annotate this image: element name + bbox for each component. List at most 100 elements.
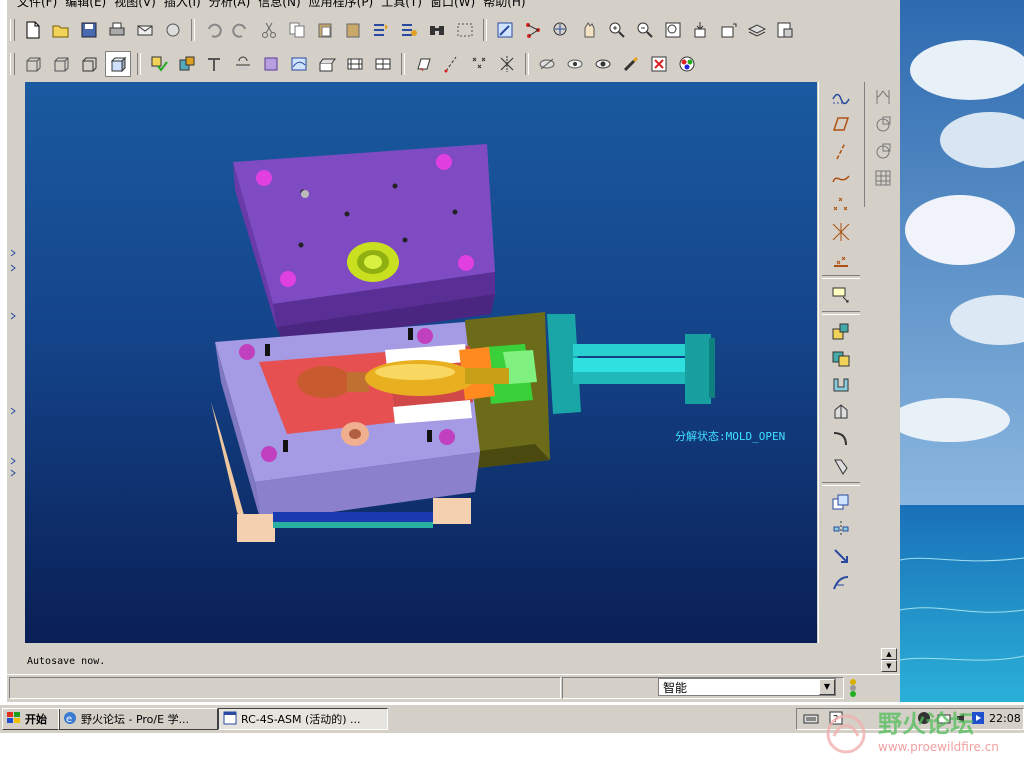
zoom-out-icon[interactable] — [633, 18, 657, 42]
keyboard-icon[interactable] — [803, 711, 819, 728]
menu-item[interactable]: 视图(V) — [114, 0, 156, 9]
copy-icon[interactable] — [285, 18, 309, 42]
view-manager-icon[interactable] — [773, 18, 797, 42]
parting-surface-icon[interactable] — [259, 52, 283, 76]
csys-icon[interactable] — [826, 220, 856, 244]
left-sash[interactable] — [10, 205, 16, 525]
saved-views-icon[interactable] — [717, 18, 741, 42]
traffic-light-icon[interactable] — [848, 678, 858, 698]
print-icon[interactable] — [105, 18, 129, 42]
datum-axis-icon[interactable] — [439, 52, 463, 76]
open-folder-icon[interactable] — [49, 18, 73, 42]
undo-icon[interactable] — [201, 18, 225, 42]
zoom-in-icon[interactable] — [605, 18, 629, 42]
paste-special-icon[interactable] — [341, 18, 365, 42]
table-icon[interactable] — [868, 166, 898, 190]
skirt-surface-icon[interactable] — [287, 52, 311, 76]
datum-plane-icon[interactable] — [411, 52, 435, 76]
hide-icon[interactable] — [535, 52, 559, 76]
start-button[interactable]: 开始 — [2, 708, 60, 730]
mold-component-icon[interactable] — [175, 52, 199, 76]
plane-icon[interactable] — [826, 112, 856, 136]
datum-point-icon[interactable] — [467, 52, 491, 76]
runner-icon[interactable] — [315, 52, 339, 76]
sketched-curve-icon[interactable] — [826, 166, 856, 190]
toolbar-grip[interactable] — [10, 19, 15, 41]
toolbar-grip[interactable] — [10, 53, 15, 75]
dimension-icon[interactable] — [371, 52, 395, 76]
relations-icon[interactable] — [521, 18, 545, 42]
help-icon[interactable]: ? — [829, 711, 843, 728]
layers-icon[interactable] — [745, 18, 769, 42]
network-icon[interactable] — [937, 711, 951, 728]
volume-icon[interactable] — [955, 711, 969, 728]
scroll-down-button[interactable]: ▼ — [881, 660, 897, 672]
menu-item[interactable]: 信息(N) — [258, 0, 300, 9]
round-icon[interactable] — [826, 454, 856, 478]
color-icon[interactable] — [675, 52, 699, 76]
axis-icon[interactable] — [826, 139, 856, 163]
menu-item[interactable]: 文件(F) — [17, 0, 57, 9]
waterline-icon[interactable] — [231, 52, 255, 76]
cut-icon[interactable] — [257, 18, 281, 42]
regenerate-icon[interactable] — [369, 18, 393, 42]
redo-icon[interactable] — [229, 18, 253, 42]
close-window-icon[interactable] — [647, 52, 671, 76]
sphere-icon[interactable] — [868, 112, 898, 136]
draft-icon[interactable] — [826, 373, 856, 397]
orient-icon[interactable] — [689, 18, 713, 42]
mail-icon[interactable] — [161, 18, 185, 42]
mold-check-icon[interactable] — [619, 52, 643, 76]
csys-icon[interactable] — [495, 52, 519, 76]
mold-open-icon[interactable] — [591, 52, 615, 76]
analysis-icon[interactable] — [826, 247, 856, 271]
ejector-pin-icon[interactable] — [203, 52, 227, 76]
select-box-icon[interactable] — [453, 18, 477, 42]
menu-item[interactable]: 分析(A) — [209, 0, 251, 9]
copy-icon[interactable] — [826, 490, 856, 514]
sphere-outline-icon[interactable] — [868, 139, 898, 163]
model-tree-icon[interactable] — [549, 18, 573, 42]
selection-filter-dropdown[interactable]: 智能 ▼ — [658, 678, 836, 696]
menu-item[interactable]: 编辑(E) — [65, 0, 106, 9]
save-icon[interactable] — [77, 18, 101, 42]
rib-icon[interactable] — [826, 427, 856, 451]
no-hidden-icon[interactable] — [77, 52, 101, 76]
move-icon[interactable] — [826, 544, 856, 568]
hidden-line-icon[interactable] — [49, 52, 73, 76]
tray-app-icon[interactable] — [917, 711, 931, 728]
wireframe-icon[interactable] — [21, 52, 45, 76]
spin-icon[interactable] — [577, 18, 601, 42]
new-file-icon[interactable] — [21, 18, 45, 42]
insert-component-icon[interactable] — [826, 346, 856, 370]
split-icon[interactable] — [868, 85, 898, 109]
scroll-up-button[interactable]: ▲ — [881, 648, 897, 660]
taskbar-item-proe[interactable]: RC-4S-ASM (活动的) ... — [218, 708, 388, 730]
shell-icon[interactable] — [826, 400, 856, 424]
taskbar-item-browser[interactable]: e 野火论坛 - Pro/E 学... — [58, 708, 218, 730]
curve-icon[interactable] — [826, 85, 856, 109]
graphics-viewport[interactable]: 分解状态:MOLD_OPEN — [25, 82, 817, 643]
menu-item[interactable]: 工具(T) — [381, 0, 422, 9]
find-icon[interactable] — [425, 18, 449, 42]
regen-manager-icon[interactable] — [397, 18, 421, 42]
note-icon[interactable] — [826, 283, 856, 307]
sketch-icon[interactable] — [493, 18, 517, 42]
menu-item[interactable]: 插入(I) — [164, 0, 201, 9]
points-icon[interactable] — [826, 193, 856, 217]
component-icon[interactable] — [826, 319, 856, 343]
mold-layout-icon[interactable] — [147, 52, 171, 76]
refit-icon[interactable] — [661, 18, 685, 42]
mirror-icon[interactable] — [826, 517, 856, 541]
menu-item[interactable]: 应用程序(P) — [309, 0, 374, 9]
send-mail-icon[interactable] — [133, 18, 157, 42]
menu-item[interactable]: 帮助(H) — [483, 0, 525, 9]
media-play-icon[interactable] — [971, 711, 985, 728]
pattern-icon[interactable] — [826, 571, 856, 595]
chevron-down-icon[interactable]: ▼ — [819, 679, 835, 695]
shading-icon[interactable] — [105, 51, 131, 77]
volume-split-icon[interactable] — [343, 52, 367, 76]
menu-item[interactable]: 窗口(W) — [430, 0, 475, 9]
show-icon[interactable] — [563, 52, 587, 76]
paste-icon[interactable] — [313, 18, 337, 42]
